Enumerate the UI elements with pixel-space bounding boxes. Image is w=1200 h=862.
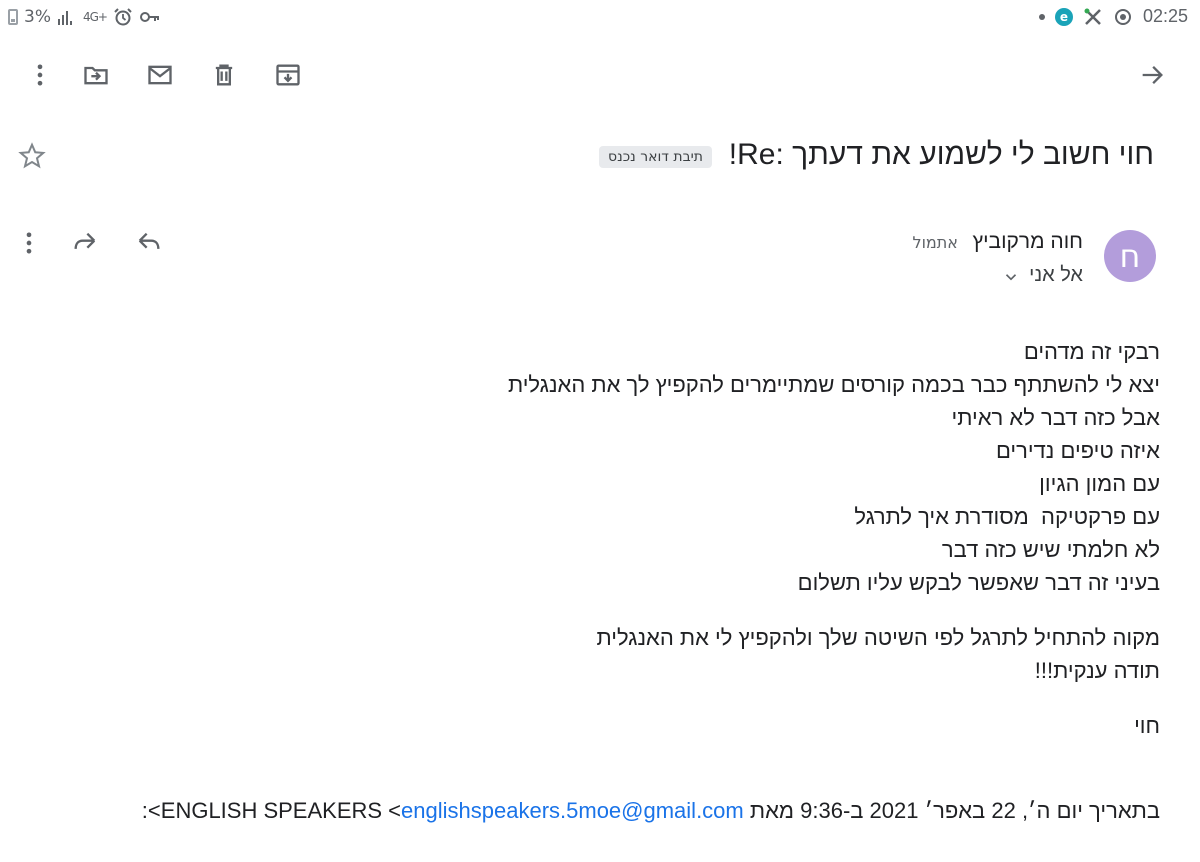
delete-icon[interactable]	[208, 59, 240, 91]
battery-percent: 3%	[24, 7, 51, 27]
inbox-label-chip[interactable]: תיבת דואר נכנס	[599, 146, 712, 168]
body-line: אבל כזה דבר לא ראיתי	[951, 405, 1160, 430]
forward-icon[interactable]	[68, 226, 102, 260]
e-app-icon: e	[1054, 7, 1073, 26]
sender-name[interactable]: חוה מרקוביץ	[972, 230, 1083, 254]
status-right: e 02:25	[1038, 6, 1188, 27]
email-subject: חוי חשוב לי לשמוע את דעתך :Re!	[728, 138, 1154, 171]
sender-row: ח אתמול חוה מרקוביץ אל אני	[0, 222, 1200, 292]
quoted-header: בתאריך יום ה׳, 22 באפר׳ 2021 ב-9:36 מאת …	[80, 795, 1160, 826]
body-blank-line	[160, 687, 1160, 709]
body-line: תודה ענקית!!!	[1034, 658, 1160, 683]
reply-icon[interactable]	[132, 226, 166, 260]
body-line: איזה טיפים נדירים	[995, 438, 1160, 463]
back-arrow-icon[interactable]	[1136, 59, 1168, 91]
subject-row: תיבת דואר נכנס חוי חשוב לי לשמוע את דעתך…	[0, 138, 1200, 182]
quote-suffix: >:	[141, 798, 161, 823]
chevron-down-icon[interactable]	[1002, 268, 1020, 286]
body-line: מקוה להתחיל לתרגל לפי השיטה שלך ולהקפיץ …	[596, 625, 1160, 650]
body-line: עם המון הגיון	[1039, 471, 1160, 496]
signal-icon	[57, 11, 72, 25]
key-icon	[139, 12, 159, 22]
status-bar: 3% 4G+ e 02:25	[0, 0, 1200, 34]
tools-icon	[1084, 8, 1101, 25]
body-line: עם פרקטיקה מסודרת איך לתרגל	[854, 504, 1160, 529]
star-icon[interactable]	[17, 141, 47, 171]
sync-icon	[1114, 8, 1131, 25]
battery-icon	[8, 9, 18, 25]
mark-unread-icon[interactable]	[144, 59, 176, 91]
recipient-details[interactable]: אל אני	[1029, 264, 1083, 287]
body-line: רבקי זה מדהים	[1023, 339, 1160, 364]
move-to-folder-icon[interactable]	[80, 59, 112, 91]
message-more-icon[interactable]	[12, 226, 46, 260]
body-line: יצא לי להשתתף כבר בכמה קורסים שמתיימרים …	[507, 372, 1160, 397]
sender-time: אתמול	[912, 233, 958, 252]
body-line: לא חלמתי שיש כזה דבר	[941, 537, 1160, 562]
body-line: חוי	[1134, 713, 1160, 738]
network-type: 4G+	[82, 10, 108, 24]
archive-icon[interactable]	[272, 59, 304, 91]
status-left: 3% 4G+	[8, 7, 161, 27]
clock: 02:25	[1142, 6, 1188, 26]
toolbar	[0, 52, 1200, 98]
body-blank-line	[160, 599, 1160, 621]
more-options-icon[interactable]	[24, 59, 56, 91]
quote-email-link[interactable]: englishspeakers.5moe@gmail.com	[401, 798, 744, 823]
alarm-icon	[114, 8, 132, 26]
notification-dot-icon	[1038, 13, 1045, 20]
email-body: רבקי זה מדהים יצא לי להשתתף כבר בכמה קורס…	[160, 335, 1160, 742]
body-line: בעיני זה דבר שאפשר לבקש עליו תשלום	[797, 570, 1160, 595]
sender-avatar[interactable]: ח	[1104, 230, 1156, 282]
